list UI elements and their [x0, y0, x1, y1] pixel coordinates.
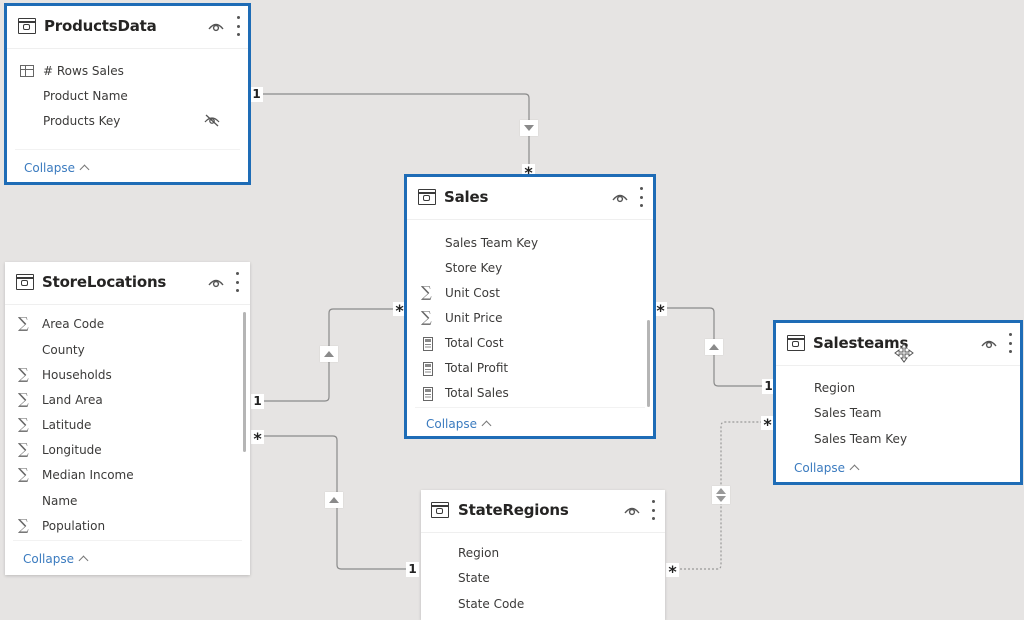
eye-icon[interactable]: [611, 190, 629, 204]
more-options-icon[interactable]: [235, 272, 239, 292]
filter-direction-up-icon[interactable]: [320, 346, 338, 362]
collapse-button[interactable]: Collapse: [794, 461, 860, 475]
eye-icon[interactable]: [207, 275, 225, 289]
sigma-icon: ∑: [18, 314, 29, 332]
more-options-icon[interactable]: [236, 16, 240, 36]
relationship-line-products-sales[interactable]: [262, 93, 530, 170]
filter-direction-both-icon[interactable]: [712, 486, 730, 504]
table-header[interactable]: Sales: [407, 177, 653, 220]
field-item[interactable]: Sales Team Key: [445, 236, 538, 250]
field-item[interactable]: Longitude: [42, 443, 102, 457]
table-card-sales[interactable]: Sales Sales Team Key Store Key ∑ Unit Co…: [404, 174, 656, 439]
collapse-label: Collapse: [426, 417, 477, 431]
field-item[interactable]: Area Code: [42, 317, 104, 331]
field-item[interactable]: Total Sales: [445, 386, 509, 400]
cardinality-one-marker: 1: [250, 87, 263, 102]
table-card-salesteams[interactable]: Salesteams Region Sales Team Sales Team …: [773, 320, 1023, 485]
field-item[interactable]: Latitude: [42, 418, 91, 432]
table-header[interactable]: Salesteams: [776, 323, 1020, 366]
field-item[interactable]: # Rows Sales: [43, 64, 124, 78]
chevron-up-icon: [79, 164, 90, 175]
chevron-up-icon: [481, 420, 492, 431]
field-item[interactable]: Total Cost: [445, 336, 504, 350]
more-options-icon[interactable]: [1008, 333, 1012, 353]
collapse-button[interactable]: Collapse: [426, 417, 492, 431]
measure-table-icon: [20, 65, 34, 77]
table-icon: [18, 18, 36, 34]
sigma-icon: ∑: [421, 283, 432, 301]
sigma-icon: ∑: [18, 465, 29, 483]
field-item[interactable]: Unit Cost: [445, 286, 500, 300]
field-item[interactable]: Land Area: [42, 393, 103, 407]
calculator-icon: [423, 387, 433, 401]
chevron-up-icon: [78, 555, 89, 566]
cardinality-one-marker: 1: [406, 562, 419, 577]
table-icon: [431, 502, 449, 518]
field-item[interactable]: State Code: [458, 597, 524, 611]
divider: [415, 407, 645, 408]
hidden-eye-icon[interactable]: [203, 113, 221, 127]
cardinality-many-marker: *: [251, 430, 264, 444]
table-icon: [418, 189, 436, 205]
filter-direction-up-icon[interactable]: [705, 339, 723, 355]
field-item[interactable]: Product Name: [43, 89, 128, 103]
sigma-icon: ∑: [421, 308, 432, 326]
field-item[interactable]: State: [458, 571, 490, 585]
scrollbar[interactable]: [647, 320, 650, 407]
field-item[interactable]: Total Profit: [445, 361, 508, 375]
table-card-stateregions[interactable]: StateRegions Region State State Code: [421, 490, 665, 620]
field-item[interactable]: Households: [42, 368, 112, 382]
cardinality-one-marker: 1: [251, 394, 264, 409]
divider: [13, 540, 242, 541]
sigma-icon: ∑: [18, 516, 29, 534]
sigma-icon: ∑: [18, 415, 29, 433]
filter-direction-up-icon[interactable]: [325, 492, 343, 508]
collapse-label: Collapse: [794, 461, 845, 475]
table-header[interactable]: StoreLocations: [5, 262, 250, 305]
field-item[interactable]: Region: [814, 381, 855, 395]
eye-icon[interactable]: [980, 336, 998, 350]
filter-direction-down-icon[interactable]: [520, 120, 538, 136]
scrollbar[interactable]: [243, 312, 246, 452]
more-options-icon[interactable]: [651, 500, 655, 520]
field-item[interactable]: Population: [42, 519, 105, 533]
eye-icon[interactable]: [623, 503, 641, 517]
field-item[interactable]: Sales Team: [814, 406, 881, 420]
calculator-icon: [423, 337, 433, 351]
divider: [15, 149, 240, 150]
field-item[interactable]: Median Income: [42, 468, 134, 482]
sigma-icon: ∑: [18, 365, 29, 383]
collapse-button[interactable]: Collapse: [24, 161, 90, 175]
field-item[interactable]: Store Key: [445, 261, 502, 275]
table-title: StoreLocations: [42, 273, 167, 291]
cardinality-many-marker: *: [666, 563, 679, 577]
table-card-storelocations[interactable]: StoreLocations ∑ Area Code County ∑ Hous…: [5, 262, 250, 575]
field-item[interactable]: Sales Team Key: [814, 432, 907, 446]
table-title: StateRegions: [458, 501, 569, 519]
field-item[interactable]: Unit Price: [445, 311, 503, 325]
sigma-icon: ∑: [18, 440, 29, 458]
sigma-icon: ∑: [18, 390, 29, 408]
chevron-up-icon: [849, 464, 860, 475]
field-item[interactable]: Region: [458, 546, 499, 560]
more-options-icon[interactable]: [639, 187, 643, 207]
table-title: Sales: [444, 188, 489, 206]
eye-icon[interactable]: [207, 19, 225, 33]
field-item[interactable]: County: [42, 343, 85, 357]
collapse-button[interactable]: Collapse: [23, 552, 89, 566]
field-item[interactable]: Name: [42, 494, 77, 508]
table-header[interactable]: ProductsData: [7, 6, 248, 49]
table-card-productsdata[interactable]: ProductsData # Rows Sales Product Name P…: [4, 3, 251, 185]
table-title: ProductsData: [44, 17, 157, 35]
table-icon: [787, 335, 805, 351]
table-icon: [16, 274, 34, 290]
collapse-label: Collapse: [23, 552, 74, 566]
table-header[interactable]: StateRegions: [421, 490, 665, 533]
field-item[interactable]: Products Key: [43, 114, 120, 128]
calculator-icon: [423, 362, 433, 376]
collapse-label: Collapse: [24, 161, 75, 175]
move-cursor-icon: [894, 343, 914, 363]
